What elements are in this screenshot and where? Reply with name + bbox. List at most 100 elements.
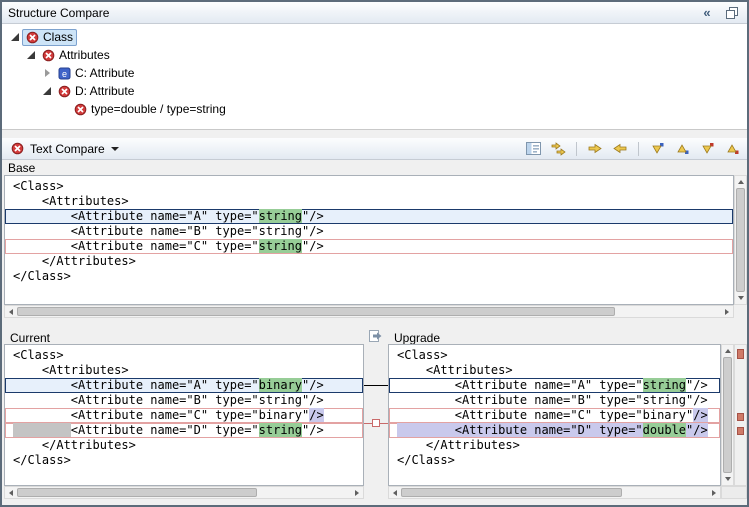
code-line[interactable]: <Attribute name="B" type="string"/> bbox=[389, 393, 720, 408]
scroll-left-icon[interactable] bbox=[389, 487, 401, 498]
code-line[interactable]: </Attributes> bbox=[5, 254, 733, 269]
scroll-track[interactable] bbox=[722, 357, 733, 473]
scroll-right-icon[interactable] bbox=[351, 487, 363, 498]
tree-expander-icon[interactable] bbox=[24, 51, 38, 59]
tree-expander-icon[interactable] bbox=[40, 87, 54, 95]
copy-all-left-to-right-icon[interactable] bbox=[549, 140, 567, 158]
code-text: <Attribute name="C" type=" bbox=[13, 239, 259, 253]
code-line[interactable]: <Attribute name="C" type="binary"/> bbox=[5, 408, 363, 423]
scroll-right-icon[interactable] bbox=[708, 487, 720, 498]
code-line[interactable]: </Attributes> bbox=[5, 438, 363, 453]
base-horizontal-scrollbar[interactable] bbox=[4, 305, 734, 318]
toggle-ancestor-pane-icon[interactable] bbox=[524, 140, 542, 158]
scroll-thumb[interactable] bbox=[723, 357, 732, 473]
code-text: <Attribute name="B" type="string"/> bbox=[13, 224, 324, 238]
code-line[interactable]: </Class> bbox=[5, 453, 363, 468]
current-editor[interactable]: <Class> <Attributes> <Attribute name="A"… bbox=[4, 344, 364, 486]
tree-expander-icon[interactable] bbox=[8, 33, 22, 41]
tree-item-content[interactable]: type=double / type=string bbox=[70, 101, 230, 118]
tree-item-content[interactable]: eC: Attribute bbox=[54, 65, 138, 82]
tree-item-content[interactable]: D: Attribute bbox=[54, 83, 138, 100]
diff-overview-mark[interactable] bbox=[737, 349, 744, 359]
tree-item-selected[interactable]: Class bbox=[22, 29, 77, 46]
tree-item[interactable]: Class bbox=[2, 28, 747, 46]
horizontal-sash[interactable] bbox=[2, 130, 747, 138]
code-text: <Attributes> bbox=[397, 363, 513, 377]
code-text: <Attributes> bbox=[13, 194, 129, 208]
code-line[interactable]: <Class> bbox=[5, 348, 363, 363]
tree-item[interactable]: D: Attribute bbox=[2, 82, 747, 100]
scroll-left-icon[interactable] bbox=[5, 306, 17, 317]
current-horizontal-scrollbar[interactable] bbox=[4, 486, 364, 499]
code-text: "/> bbox=[302, 209, 324, 223]
current-pane-label: Current bbox=[10, 331, 50, 345]
code-line[interactable]: <Attribute name="A" type="binary"/> bbox=[5, 378, 363, 393]
maximize-pane-icon[interactable] bbox=[723, 4, 741, 22]
scroll-track[interactable] bbox=[17, 306, 721, 317]
scroll-up-icon[interactable] bbox=[722, 345, 733, 357]
code-line[interactable]: <Attribute name="D" type="double"/> bbox=[389, 423, 720, 438]
scroll-down-icon[interactable] bbox=[735, 292, 746, 304]
diff-overview-mark[interactable] bbox=[737, 427, 744, 435]
collapse-all-icon[interactable]: « bbox=[698, 4, 716, 22]
code-text: </Class> bbox=[13, 453, 71, 467]
scroll-thumb[interactable] bbox=[736, 188, 745, 292]
scroll-thumb[interactable] bbox=[17, 307, 615, 316]
code-line[interactable]: </Class> bbox=[389, 453, 720, 468]
merge-direction-icon[interactable] bbox=[364, 328, 388, 344]
copy-current-change-left-icon[interactable] bbox=[611, 140, 629, 158]
upgrade-editor[interactable]: <Class> <Attributes> <Attribute name="A"… bbox=[388, 344, 721, 486]
code-line[interactable]: <Class> bbox=[5, 179, 733, 194]
code-text: <Class> bbox=[397, 348, 448, 362]
code-line[interactable]: </Attributes> bbox=[389, 438, 720, 453]
tree-item[interactable]: type=double / type=string bbox=[2, 100, 747, 118]
upgrade-horizontal-scrollbar[interactable] bbox=[388, 486, 721, 499]
code-text: <Attributes> bbox=[13, 363, 129, 377]
base-editor[interactable]: <Class> <Attributes> <Attribute name="A"… bbox=[4, 175, 734, 305]
scroll-thumb[interactable] bbox=[17, 488, 257, 497]
code-line[interactable]: <Attribute name="B" type="string"/> bbox=[5, 224, 733, 239]
code-text: </Class> bbox=[13, 269, 71, 283]
code-line[interactable]: <Attributes> bbox=[5, 363, 363, 378]
scroll-up-icon[interactable] bbox=[735, 176, 746, 188]
base-pane-label: Base bbox=[8, 161, 35, 175]
scroll-thumb[interactable] bbox=[401, 488, 622, 497]
code-line[interactable]: <Attribute name="C" type="binary"/> bbox=[389, 408, 720, 423]
tree-item[interactable]: Attributes bbox=[2, 46, 747, 64]
next-difference-icon[interactable] bbox=[648, 140, 666, 158]
code-line[interactable]: <Class> bbox=[389, 348, 720, 363]
previous-difference-icon[interactable] bbox=[673, 140, 691, 158]
diff-overview-mark[interactable] bbox=[737, 413, 744, 421]
code-line[interactable]: <Attribute name="C" type="string"/> bbox=[5, 239, 733, 254]
copy-current-change-right-icon[interactable] bbox=[586, 140, 604, 158]
code-line[interactable]: <Attributes> bbox=[389, 363, 720, 378]
diff-connector-handle[interactable] bbox=[372, 419, 380, 427]
tree-item[interactable]: eC: Attribute bbox=[2, 64, 747, 82]
diff-connector-line bbox=[364, 385, 388, 386]
diff-icon bbox=[58, 85, 71, 98]
code-line[interactable]: </Class> bbox=[5, 269, 733, 284]
tree-expander-icon[interactable] bbox=[40, 69, 54, 77]
code-line[interactable]: <Attribute name="A" type="string"/> bbox=[389, 378, 720, 393]
tree-item-content[interactable]: Attributes bbox=[38, 47, 114, 64]
scroll-track[interactable] bbox=[401, 487, 708, 498]
code-text: string bbox=[259, 209, 302, 223]
code-line[interactable]: <Attribute name="D" type="string"/> bbox=[5, 423, 363, 438]
code-line[interactable]: <Attribute name="B" type="string"/> bbox=[5, 393, 363, 408]
scroll-track[interactable] bbox=[17, 487, 351, 498]
code-text: "/> bbox=[686, 378, 708, 392]
upgrade-vertical-scrollbar[interactable] bbox=[721, 344, 734, 486]
diff-overview-ruler[interactable] bbox=[734, 344, 747, 486]
horizontal-sash[interactable] bbox=[2, 318, 747, 328]
text-compare-menu-icon[interactable] bbox=[111, 147, 119, 151]
base-vertical-scrollbar[interactable] bbox=[734, 175, 747, 305]
scroll-down-icon[interactable] bbox=[722, 473, 733, 485]
scroll-track[interactable] bbox=[735, 188, 746, 292]
previous-change-icon[interactable] bbox=[723, 140, 741, 158]
scroll-left-icon[interactable] bbox=[5, 487, 17, 498]
code-line[interactable]: <Attributes> bbox=[5, 194, 733, 209]
code-line[interactable]: <Attribute name="A" type="string"/> bbox=[5, 209, 733, 224]
code-text: <Attribute name="B" type="string"/> bbox=[397, 393, 708, 407]
next-change-icon[interactable] bbox=[698, 140, 716, 158]
scroll-right-icon[interactable] bbox=[721, 306, 733, 317]
